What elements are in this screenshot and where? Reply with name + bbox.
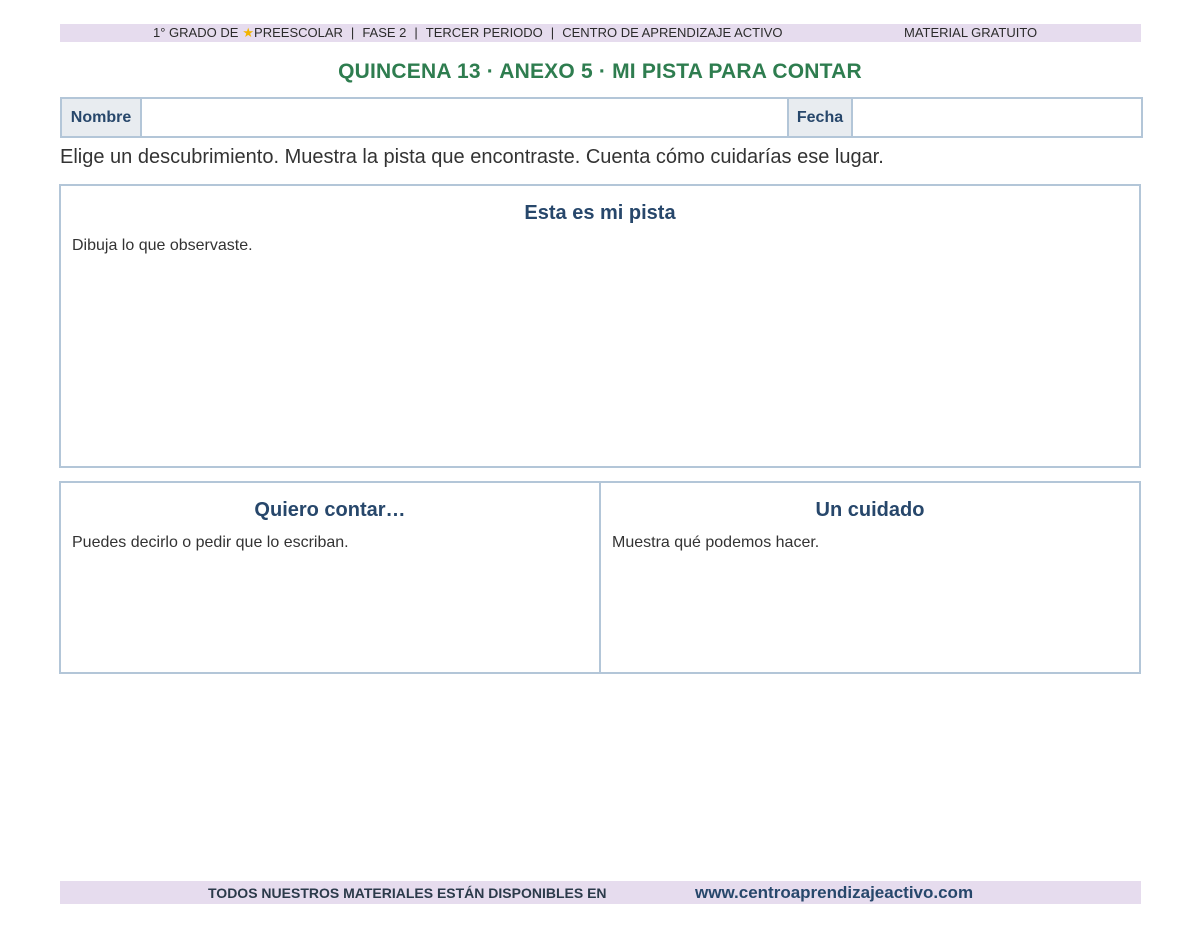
instructions: Elige un descubrimiento. Muestra la pist… [60,146,884,168]
date-field[interactable] [853,99,1141,136]
free-material-label: MATERIAL GRATUITO [904,25,1038,40]
cuidado-box[interactable]: Un cuidado Muestra qué podemos hacer. [599,483,1139,672]
level-label: PREESCOLAR [254,25,343,40]
name-field[interactable] [142,99,789,136]
header-banner-info: 1° GRADO DE ★PREESCOLAR | FASE 2 | TERCER PER… [153,24,783,42]
cuidado-hint: Muestra qué podemos hacer. [612,534,820,551]
footer-url-link[interactable]: www.centroaprendizajeactivo.com [695,881,973,904]
bottom-boxes: Quiero contar… Puedes decirlo o pedir qu… [59,481,1141,674]
separator: | [414,25,418,40]
footer-banner: TODOS NUESTROS MATERIALES ESTÁN DISPONIB… [60,881,1141,904]
pista-heading: Esta es mi pista [524,202,676,224]
student-info-row: Nombre Fecha [60,97,1143,138]
page-title: QUINCENA 13 · ANEXO 5 · MI PISTA PARA CO… [338,60,862,83]
period-label: TERCER PERIODO [425,25,543,40]
pista-drawing-box[interactable]: Esta es mi pista Dibuja lo que observast… [59,184,1141,468]
name-label: Nombre [62,99,142,136]
contar-heading: Quiero contar… [254,499,406,521]
cuidado-heading: Un cuidado [815,499,925,521]
center-label: CENTRO DE APRENDIZAJE ACTIVO [562,25,783,40]
separator: | [350,25,355,40]
date-label: Fecha [789,99,853,136]
contar-hint: Puedes decirlo o pedir que lo escriban. [72,534,349,551]
pista-hint: Dibuja lo que observaste. [72,237,253,254]
separator: | [550,25,555,40]
header-banner: 1° GRADO DE ★PREESCOLAR | FASE 2 | TERCER PER… [60,24,1141,42]
star-icon: ★ [242,25,255,40]
contar-box[interactable]: Quiero contar… Puedes decirlo o pedir qu… [61,483,599,672]
footer-text: TODOS NUESTROS MATERIALES ESTÁN DISPONIB… [208,885,607,901]
grade-label: 1° GRADO DE [153,25,239,40]
phase-label: FASE 2 [362,25,407,40]
